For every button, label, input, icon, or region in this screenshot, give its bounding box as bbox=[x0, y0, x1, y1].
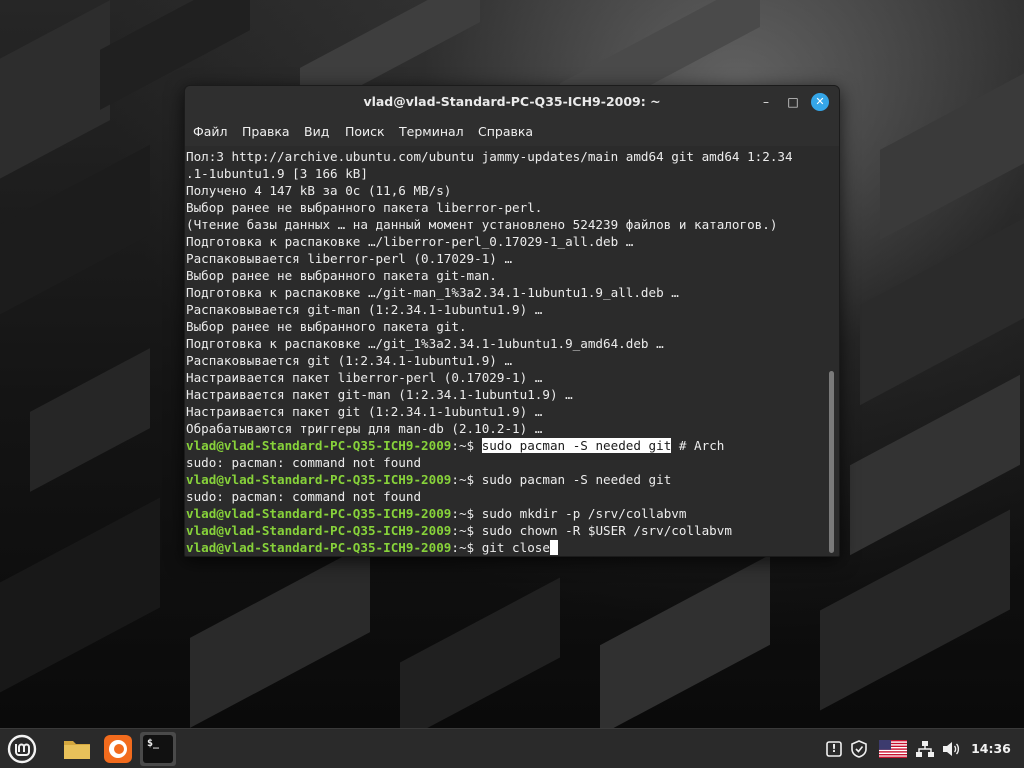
shell-prompt: vlad@vlad-Standard-PC-Q35-ICH9-2009 bbox=[186, 472, 452, 487]
menu-bar: Файл Правка Вид Поиск Терминал Справка bbox=[185, 118, 839, 146]
output-line: (Чтение базы данных … на данный момент у… bbox=[186, 217, 778, 232]
maximize-button[interactable]: □ bbox=[783, 92, 803, 112]
volume-icon[interactable] bbox=[941, 739, 961, 759]
network-icon[interactable] bbox=[915, 739, 935, 759]
file-manager-folder-icon[interactable] bbox=[61, 733, 93, 765]
menu-help[interactable]: Справка bbox=[478, 118, 533, 146]
output-line: Выбор ранее не выбранного пакета git. bbox=[186, 319, 467, 334]
prompt-suffix: :~$ bbox=[451, 540, 482, 555]
shield-icon[interactable] bbox=[849, 739, 869, 759]
terminal-taskbar-button[interactable]: $_ bbox=[140, 732, 176, 766]
terminal-scrollbar[interactable] bbox=[829, 371, 834, 553]
minimize-button[interactable]: – bbox=[756, 92, 776, 112]
command-text: sudo mkdir -p /srv/collabvm bbox=[481, 506, 687, 521]
command-line[interactable]: vlad@vlad-Standard-PC-Q35-ICH9-2009:~$ g… bbox=[186, 539, 558, 556]
command-text: sudo pacman -S needed git bbox=[481, 472, 672, 487]
terminal-icon-glyph: $_ bbox=[147, 738, 160, 749]
menu-view[interactable]: Вид bbox=[304, 118, 329, 146]
shell-prompt: vlad@vlad-Standard-PC-Q35-ICH9-2009 bbox=[186, 506, 452, 521]
prompt-suffix: :~$ bbox=[451, 438, 482, 453]
shell-prompt: vlad@vlad-Standard-PC-Q35-ICH9-2009 bbox=[186, 540, 452, 555]
command-comment: # Arch bbox=[671, 438, 725, 453]
output-line: .1-1ubuntu1.9 [3 166 kB] bbox=[186, 166, 368, 181]
output-line: Распаковывается git-man (1:2.34.1-1ubunt… bbox=[186, 302, 543, 317]
output-line: Распаковывается git (1:2.34.1-1ubuntu1.9… bbox=[186, 353, 513, 368]
prompt-suffix: :~$ bbox=[451, 472, 482, 487]
output-line: Настраивается пакет git (1:2.34.1-1ubunt… bbox=[186, 404, 543, 419]
prompt-suffix: :~$ bbox=[451, 523, 482, 538]
output-line: sudo: pacman: command not found bbox=[186, 489, 422, 504]
output-line: Распаковывается liberror-perl (0.17029-1… bbox=[186, 251, 513, 266]
output-line: Настраивается пакет git-man (1:2.34.1-1u… bbox=[186, 387, 573, 402]
text-cursor bbox=[549, 540, 558, 555]
command-line: vlad@vlad-Standard-PC-Q35-ICH9-2009:~$ s… bbox=[186, 437, 724, 454]
us-flag-keyboard-layout-icon[interactable] bbox=[879, 740, 907, 758]
title-bar[interactable]: vlad@vlad-Standard-PC-Q35-ICH9-2009: ~ –… bbox=[185, 86, 839, 118]
menu-file[interactable]: Файл bbox=[193, 118, 228, 146]
output-line: Выбор ранее не выбранного пакета liberro… bbox=[186, 200, 543, 215]
close-button[interactable]: ✕ bbox=[811, 93, 829, 111]
update-manager-icon[interactable]: ! bbox=[824, 739, 844, 759]
taskbar: $_ ! 14:36 bbox=[0, 728, 1024, 768]
output-line: Настраивается пакет liberror-perl (0.170… bbox=[186, 370, 543, 385]
shell-prompt: vlad@vlad-Standard-PC-Q35-ICH9-2009 bbox=[186, 438, 452, 453]
output-line: Обрабатываются триггеры для man-db (2.10… bbox=[186, 421, 543, 436]
update-manager-glyph: ! bbox=[831, 742, 837, 755]
output-line: Подготовка к распаковке …/git_1%3a2.34.1… bbox=[186, 336, 664, 351]
terminal-output[interactable]: Пол:3 http://archive.ubuntu.com/ubuntu j… bbox=[185, 147, 839, 555]
current-input[interactable]: git close bbox=[482, 540, 550, 555]
command-line: vlad@vlad-Standard-PC-Q35-ICH9-2009:~$ s… bbox=[186, 522, 732, 539]
menu-search[interactable]: Поиск bbox=[345, 118, 385, 146]
menu-edit[interactable]: Правка bbox=[242, 118, 290, 146]
command-text: sudo chown -R $USER /srv/collabvm bbox=[481, 523, 732, 538]
clock[interactable]: 14:36 bbox=[966, 729, 1016, 768]
shell-prompt: vlad@vlad-Standard-PC-Q35-ICH9-2009 bbox=[186, 523, 452, 538]
output-line: sudo: pacman: command not found bbox=[186, 455, 422, 470]
output-line: Выбор ранее не выбранного пакета git-man… bbox=[186, 268, 497, 283]
terminal-window[interactable]: vlad@vlad-Standard-PC-Q35-ICH9-2009: ~ –… bbox=[184, 85, 840, 557]
prompt-suffix: :~$ bbox=[451, 506, 482, 521]
firefox-icon[interactable] bbox=[102, 733, 134, 765]
output-line: Подготовка к распаковке …/git-man_1%3a2.… bbox=[186, 285, 679, 300]
window-title: vlad@vlad-Standard-PC-Q35-ICH9-2009: ~ bbox=[363, 94, 661, 109]
menu-terminal[interactable]: Терминал bbox=[399, 118, 464, 146]
command-line: vlad@vlad-Standard-PC-Q35-ICH9-2009:~$ s… bbox=[186, 505, 686, 522]
output-line: Подготовка к распаковке …/liberror-perl_… bbox=[186, 234, 634, 249]
selected-text[interactable]: sudo pacman -S needed git bbox=[481, 438, 672, 453]
output-line: Получено 4 147 kB за 0c (11,6 MB/s) bbox=[186, 183, 452, 198]
linux-mint-menu-icon[interactable] bbox=[6, 733, 38, 765]
output-line: Пол:3 http://archive.ubuntu.com/ubuntu j… bbox=[186, 149, 793, 164]
command-line: vlad@vlad-Standard-PC-Q35-ICH9-2009:~$ s… bbox=[186, 471, 671, 488]
terminal-icon: $_ bbox=[143, 735, 173, 763]
